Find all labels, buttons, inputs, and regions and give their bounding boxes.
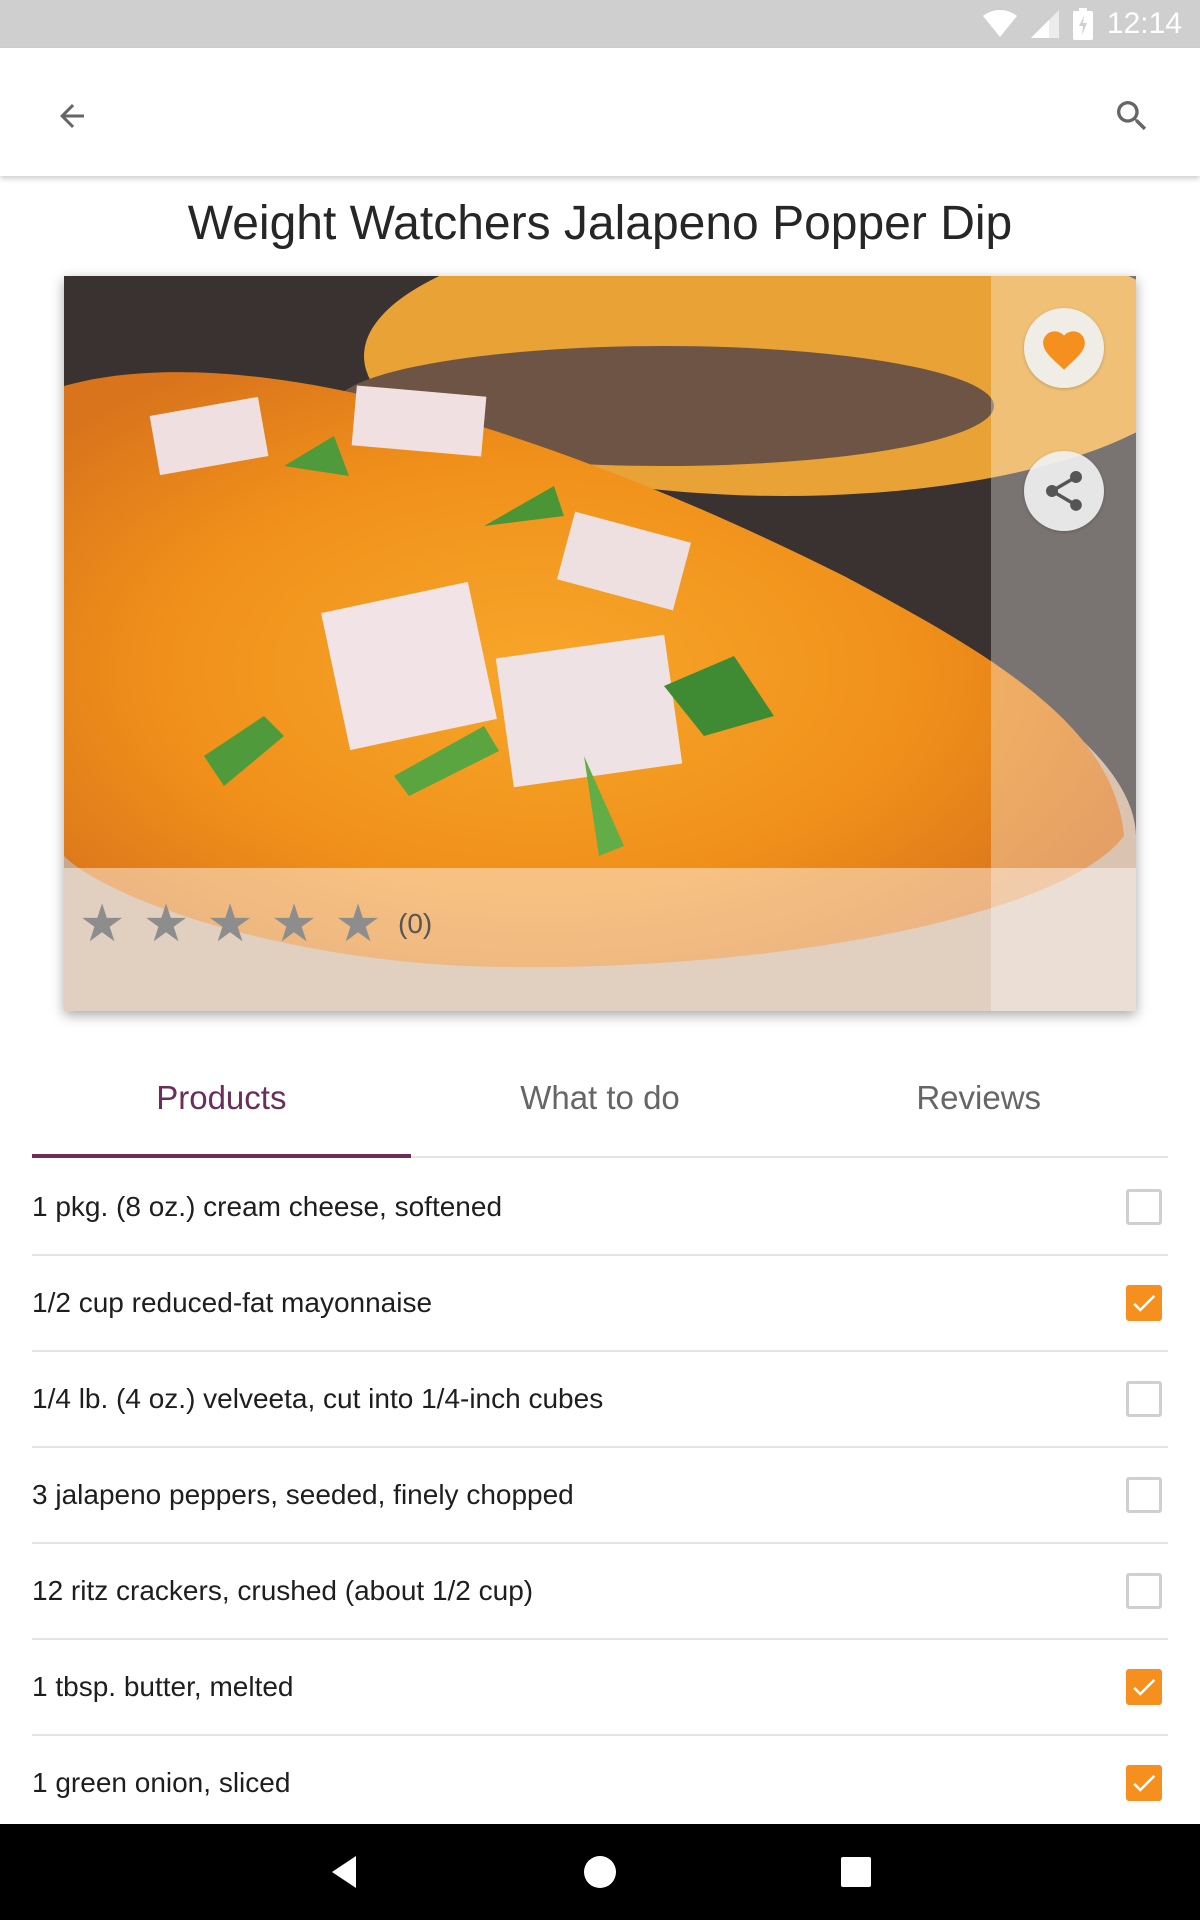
recipe-tabs: Products What to do Reviews: [32, 1040, 1168, 1158]
ingredient-row[interactable]: 1 tbsp. butter, melted: [32, 1640, 1168, 1736]
tab-what-to-do[interactable]: What to do: [411, 1040, 790, 1156]
share-icon: [1046, 471, 1082, 511]
favorite-button[interactable]: [1024, 308, 1104, 388]
tab-products[interactable]: Products: [32, 1040, 411, 1158]
ingredient-row[interactable]: 12 ritz crackers, crushed (about 1/2 cup…: [32, 1544, 1168, 1640]
star-icon[interactable]: ★: [70, 898, 134, 950]
ingredient-checkbox[interactable]: [1126, 1669, 1162, 1705]
search-button[interactable]: [1100, 84, 1164, 148]
ingredient-row[interactable]: 1 green onion, sliced: [32, 1736, 1168, 1832]
rating-count: (0): [398, 908, 433, 939]
star-icon[interactable]: ★: [326, 898, 390, 950]
ingredient-text: 1 green onion, sliced: [32, 1767, 291, 1798]
ingredient-checkbox[interactable]: [1126, 1477, 1162, 1513]
nav-home-button[interactable]: [572, 1844, 628, 1900]
star-icon[interactable]: ★: [262, 898, 326, 950]
recipe-title: Weight Watchers Jalapeno Popper Dip: [187, 197, 1013, 250]
ingredient-checkbox[interactable]: [1126, 1381, 1162, 1417]
ingredient-text: 1 pkg. (8 oz.) cream cheese, softened: [32, 1191, 503, 1222]
ingredient-row[interactable]: 1/2 cup reduced-fat mayonnaise: [32, 1256, 1168, 1352]
nav-recents-button[interactable]: [828, 1844, 884, 1900]
system-nav-bar: [0, 1824, 1200, 1920]
app-bar: [0, 48, 1200, 176]
ingredient-row[interactable]: 3 jalapeno peppers, seeded, finely chopp…: [32, 1448, 1168, 1544]
ingredient-row[interactable]: 1/4 lb. (4 oz.) velveeta, cut into 1/4-i…: [32, 1352, 1168, 1448]
recipe-image-card[interactable]: ★ ★ ★ ★ ★ (0): [64, 276, 1136, 1011]
status-icons: 12:14: [982, 0, 1182, 48]
recents-square-icon: [841, 1857, 871, 1887]
rating-stars[interactable]: ★ ★ ★ ★ ★ (0): [70, 898, 433, 950]
wifi-icon: [982, 10, 1017, 37]
ingredient-row[interactable]: 1 pkg. (8 oz.) cream cheese, softened: [32, 1160, 1168, 1256]
ingredient-checkbox[interactable]: [1126, 1285, 1162, 1321]
ingredient-text: 3 jalapeno peppers, seeded, finely chopp…: [32, 1479, 574, 1510]
back-button[interactable]: [40, 84, 104, 148]
ingredient-checkbox[interactable]: [1126, 1189, 1162, 1225]
rating-bar: ★ ★ ★ ★ ★ (0): [64, 868, 1136, 1011]
share-button[interactable]: [1024, 451, 1104, 531]
ingredient-text: 1/2 cup reduced-fat mayonnaise: [32, 1287, 433, 1318]
ingredient-checkbox[interactable]: [1126, 1573, 1162, 1609]
status-bar: 12:14: [0, 0, 1200, 48]
check-icon: [1133, 1678, 1156, 1696]
status-time: 12:14: [1106, 7, 1182, 40]
back-triangle-icon: [332, 1856, 356, 1888]
star-icon[interactable]: ★: [134, 898, 198, 950]
check-icon: [1133, 1294, 1156, 1312]
heart-icon: [1043, 331, 1085, 370]
home-circle-icon: [584, 1856, 616, 1888]
tab-reviews[interactable]: Reviews: [789, 1040, 1168, 1156]
ingredient-text: 1 tbsp. butter, melted: [32, 1671, 294, 1702]
nav-back-button[interactable]: [318, 1844, 374, 1900]
ingredient-text: 1/4 lb. (4 oz.) velveeta, cut into 1/4-i…: [32, 1383, 604, 1414]
check-icon: [1133, 1774, 1156, 1792]
ingredient-checkbox[interactable]: [1126, 1765, 1162, 1801]
battery-icon: [1072, 8, 1093, 40]
ingredient-list: 1 pkg. (8 oz.) cream cheese, softened 1/…: [32, 1160, 1168, 1832]
search-icon: [1117, 101, 1147, 131]
signal-icon: [1030, 10, 1059, 38]
ingredient-text: 12 ritz crackers, crushed (about 1/2 cup…: [32, 1575, 534, 1606]
star-icon[interactable]: ★: [198, 898, 262, 950]
arrow-left-icon: [60, 104, 84, 128]
